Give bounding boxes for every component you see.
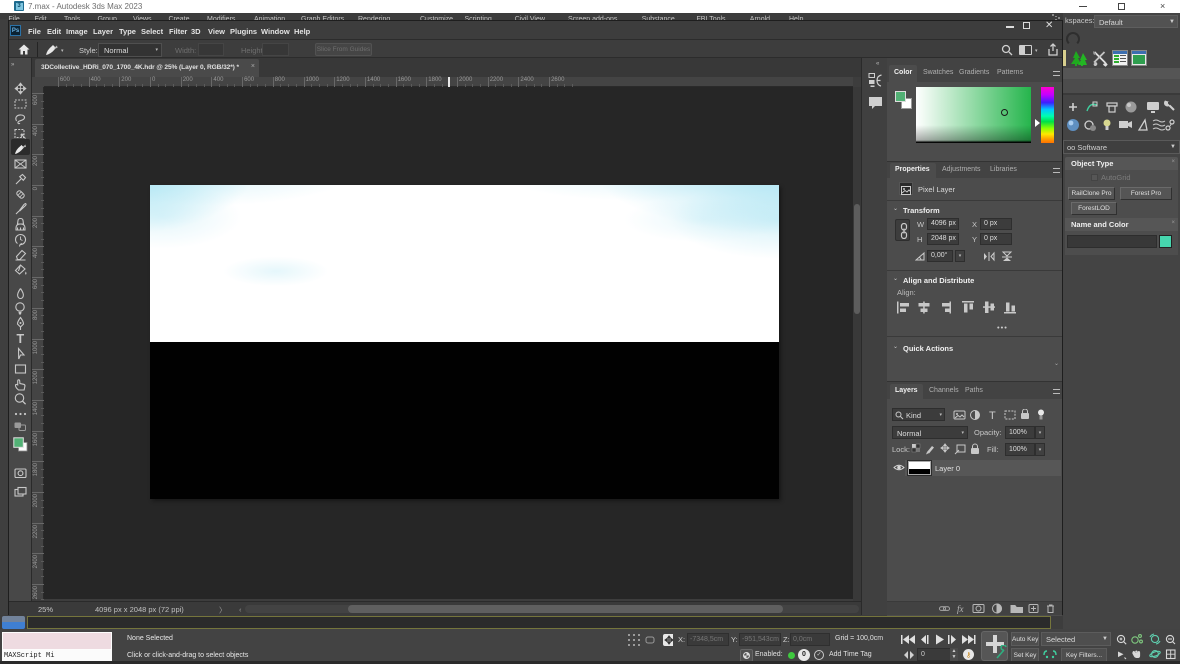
svg-text:T: T [17,332,25,346]
svg-text:T: T [989,410,996,421]
svg-text:fx: fx [957,604,964,614]
